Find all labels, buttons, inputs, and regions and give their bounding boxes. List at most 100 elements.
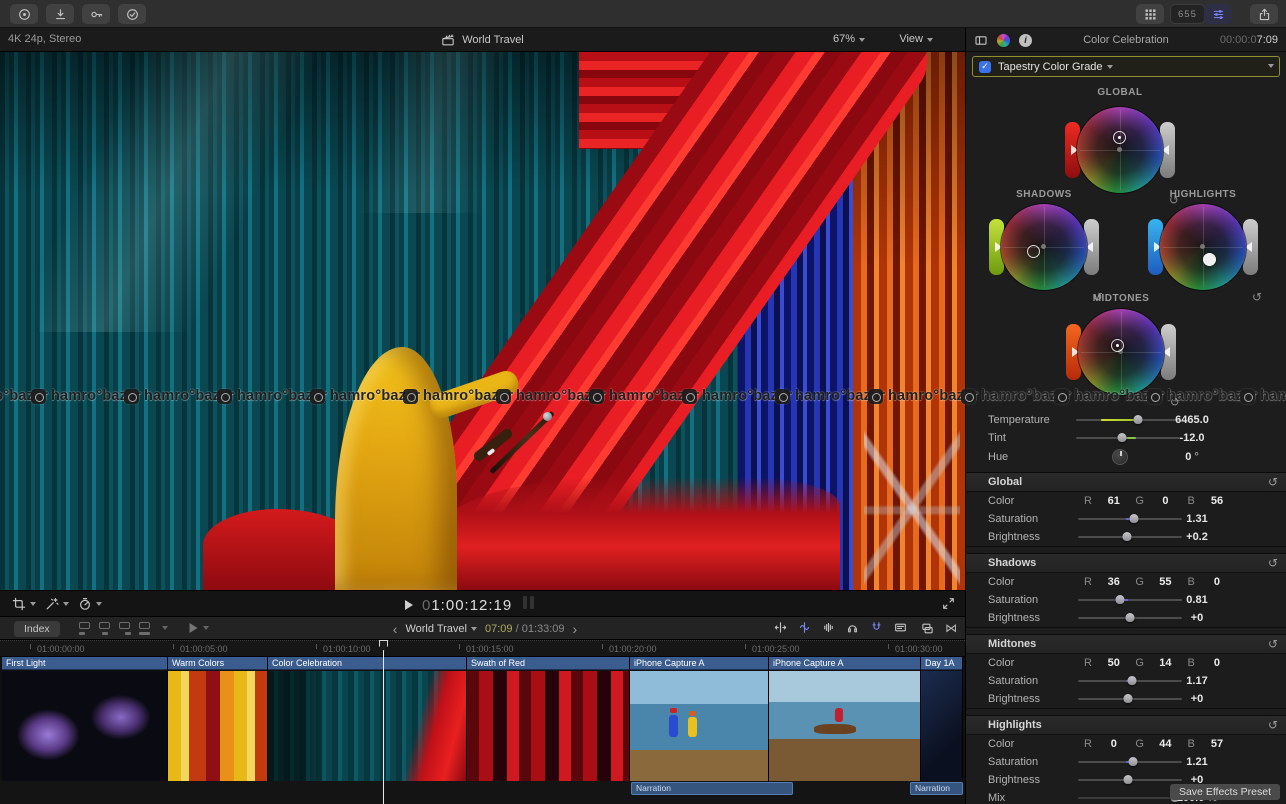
midtones-reset-button[interactable]: ↺ bbox=[1170, 395, 1180, 409]
checked-tasks-button[interactable] bbox=[118, 4, 146, 24]
append-clip-button[interactable] bbox=[118, 621, 132, 635]
clip-warm-colors[interactable]: Warm Colors bbox=[168, 657, 268, 781]
highlights-color-wheel[interactable]: ↺ bbox=[1148, 192, 1258, 302]
section-title: Shadows bbox=[988, 557, 1036, 569]
audio-skimming-icon[interactable] bbox=[822, 621, 835, 634]
timeline-toolbar: Index ‹ World Travel 07:09 / 01:33:09 › bbox=[0, 616, 965, 640]
save-effects-preset-button[interactable]: Save Effects Preset bbox=[1170, 784, 1280, 800]
midtones-green-value[interactable]: 14 bbox=[1151, 657, 1179, 669]
clip-color-celebration[interactable]: Color Celebration bbox=[268, 657, 467, 781]
section-header-global[interactable]: Global ↺ bbox=[966, 473, 1286, 492]
global-green-value[interactable]: 0 bbox=[1151, 495, 1179, 507]
clip-iphone-capture-a-2[interactable]: iPhone Capture A bbox=[769, 657, 921, 781]
play-icon[interactable] bbox=[404, 599, 414, 611]
timeline-pane: Index ‹ World Travel 07:09 / 01:33:09 › bbox=[0, 616, 965, 804]
timeline-playhead[interactable] bbox=[383, 640, 384, 804]
crossfade-icon[interactable]: ⋈ bbox=[945, 621, 957, 635]
timeline-project-menu[interactable]: World Travel bbox=[405, 623, 477, 635]
reset-icon[interactable]: ↺ bbox=[1268, 556, 1278, 570]
record-voiceover-button[interactable] bbox=[10, 4, 38, 24]
overwrite-clip-button[interactable] bbox=[138, 621, 152, 635]
chevron-down-icon bbox=[1107, 65, 1113, 69]
narration-audio-clip[interactable]: Narration bbox=[910, 782, 963, 795]
enhancements-menu[interactable] bbox=[45, 597, 69, 611]
narration-audio-clip[interactable]: Narration bbox=[631, 782, 793, 795]
back-arrow[interactable]: ‹ bbox=[393, 621, 398, 637]
midtones-color-wheel[interactable]: ↺ bbox=[1066, 297, 1176, 407]
inspector-toggle-button[interactable] bbox=[1204, 4, 1232, 24]
insert-clip-button[interactable] bbox=[98, 621, 112, 635]
midtones-red-value[interactable]: 50 bbox=[1100, 657, 1128, 669]
midtones-saturation-value[interactable]: 1.17 bbox=[1162, 675, 1232, 687]
browser-grid-button[interactable] bbox=[1136, 4, 1164, 24]
midtones-blue-value[interactable]: 0 bbox=[1203, 657, 1231, 669]
playhead-timecode[interactable]: 01:00:12:19 bbox=[422, 597, 512, 614]
midtones-brightness-row: Brightness +0 bbox=[966, 690, 1286, 708]
keying-button[interactable] bbox=[82, 4, 110, 24]
section-header-highlights[interactable]: Highlights ↺ bbox=[966, 716, 1286, 735]
duplicate-windows-icon[interactable] bbox=[921, 622, 934, 635]
highlights-saturation-value[interactable]: 1.21 bbox=[1162, 756, 1232, 768]
shadows-red-value[interactable]: 36 bbox=[1100, 576, 1128, 588]
shadows-brightness-value[interactable]: +0 bbox=[1162, 612, 1232, 624]
section-header-shadows[interactable]: Shadows ↺ bbox=[966, 554, 1286, 573]
highlights-red-value[interactable]: 0 bbox=[1100, 738, 1128, 750]
chevron-down-icon[interactable] bbox=[162, 626, 168, 630]
trim-icon[interactable] bbox=[774, 621, 787, 634]
retime-menu[interactable] bbox=[78, 597, 102, 611]
reset-icon[interactable]: ↺ bbox=[1268, 475, 1278, 489]
global-color-row: Color R61G0B56 bbox=[966, 492, 1286, 510]
reset-icon[interactable]: ↺ bbox=[1268, 718, 1278, 732]
midtones-wheel-puck[interactable] bbox=[1111, 339, 1124, 352]
clip-swath-of-red[interactable]: Swath of Red bbox=[467, 657, 630, 781]
shadows-blue-value[interactable]: 0 bbox=[1203, 576, 1231, 588]
highlights-blue-value[interactable]: 57 bbox=[1203, 738, 1231, 750]
global-saturation-value[interactable]: 1.31 bbox=[1162, 513, 1232, 525]
shadows-wheel-puck[interactable] bbox=[1027, 245, 1040, 258]
tools-menu[interactable] bbox=[188, 622, 209, 634]
wheel-center-dot bbox=[1117, 147, 1122, 152]
global-blue-value[interactable]: 56 bbox=[1203, 495, 1231, 507]
snapping-magnet-icon[interactable] bbox=[870, 621, 883, 634]
clip-appearance-icon[interactable] bbox=[894, 621, 907, 634]
zoom-level-menu[interactable]: 67% bbox=[833, 33, 865, 45]
index-count-badge[interactable]: 655 bbox=[1170, 4, 1205, 24]
highlights-reset-button[interactable]: ↺ bbox=[1252, 290, 1262, 304]
shadows-saturation-value[interactable]: 0.81 bbox=[1162, 594, 1232, 606]
hue-dial[interactable] bbox=[1112, 449, 1128, 465]
shadows-green-value[interactable]: 55 bbox=[1151, 576, 1179, 588]
midtones-brightness-value[interactable]: +0 bbox=[1162, 693, 1232, 705]
forward-arrow[interactable]: › bbox=[573, 621, 578, 637]
chevron-down-icon bbox=[203, 626, 209, 630]
tint-value[interactable]: -12.0 bbox=[1156, 432, 1228, 444]
timeline-ruler[interactable]: 01:00:00:00 01:00:05:00 01:00:10:00 01:0… bbox=[0, 640, 965, 657]
clip-iphone-capture-a-1[interactable]: iPhone Capture A bbox=[630, 657, 769, 781]
index-button[interactable]: Index bbox=[14, 621, 60, 637]
highlights-wheel-puck[interactable] bbox=[1203, 253, 1216, 266]
effect-enabled-checkbox[interactable]: ✓ bbox=[979, 61, 991, 73]
share-button[interactable] bbox=[1250, 4, 1278, 24]
highlights-green-value[interactable]: 44 bbox=[1151, 738, 1179, 750]
section-header-midtones[interactable]: Midtones ↺ bbox=[966, 635, 1286, 654]
viewer-header: 4K 24p, Stereo World Travel 67% View bbox=[0, 28, 965, 52]
temperature-value[interactable]: 6465.0 bbox=[1156, 414, 1228, 426]
audio-meters[interactable] bbox=[520, 596, 534, 614]
shadows-color-wheel[interactable]: ↺ bbox=[989, 192, 1099, 302]
skimming-icon[interactable] bbox=[798, 621, 811, 634]
crop-tool-menu[interactable] bbox=[12, 597, 36, 611]
global-wheel-puck[interactable] bbox=[1113, 131, 1126, 144]
connect-clip-button[interactable] bbox=[78, 621, 92, 635]
select-tool-icon bbox=[188, 622, 199, 634]
clip-first-light[interactable]: First Light bbox=[2, 657, 168, 781]
solo-headphones-icon[interactable] bbox=[846, 621, 859, 634]
hue-value[interactable]: 0 ° bbox=[1156, 451, 1228, 463]
reset-icon[interactable]: ↺ bbox=[1268, 637, 1278, 651]
import-media-button[interactable] bbox=[46, 4, 74, 24]
expand-viewer-button[interactable] bbox=[942, 597, 955, 610]
magic-wand-icon bbox=[45, 597, 59, 611]
effect-dropdown[interactable]: ✓ Tapestry Color Grade bbox=[972, 56, 1280, 77]
global-red-value[interactable]: 61 bbox=[1100, 495, 1128, 507]
view-menu[interactable]: View bbox=[899, 33, 933, 45]
clip-day-1a[interactable]: Day 1A bbox=[921, 657, 963, 781]
global-brightness-value[interactable]: +0.2 bbox=[1162, 531, 1232, 543]
